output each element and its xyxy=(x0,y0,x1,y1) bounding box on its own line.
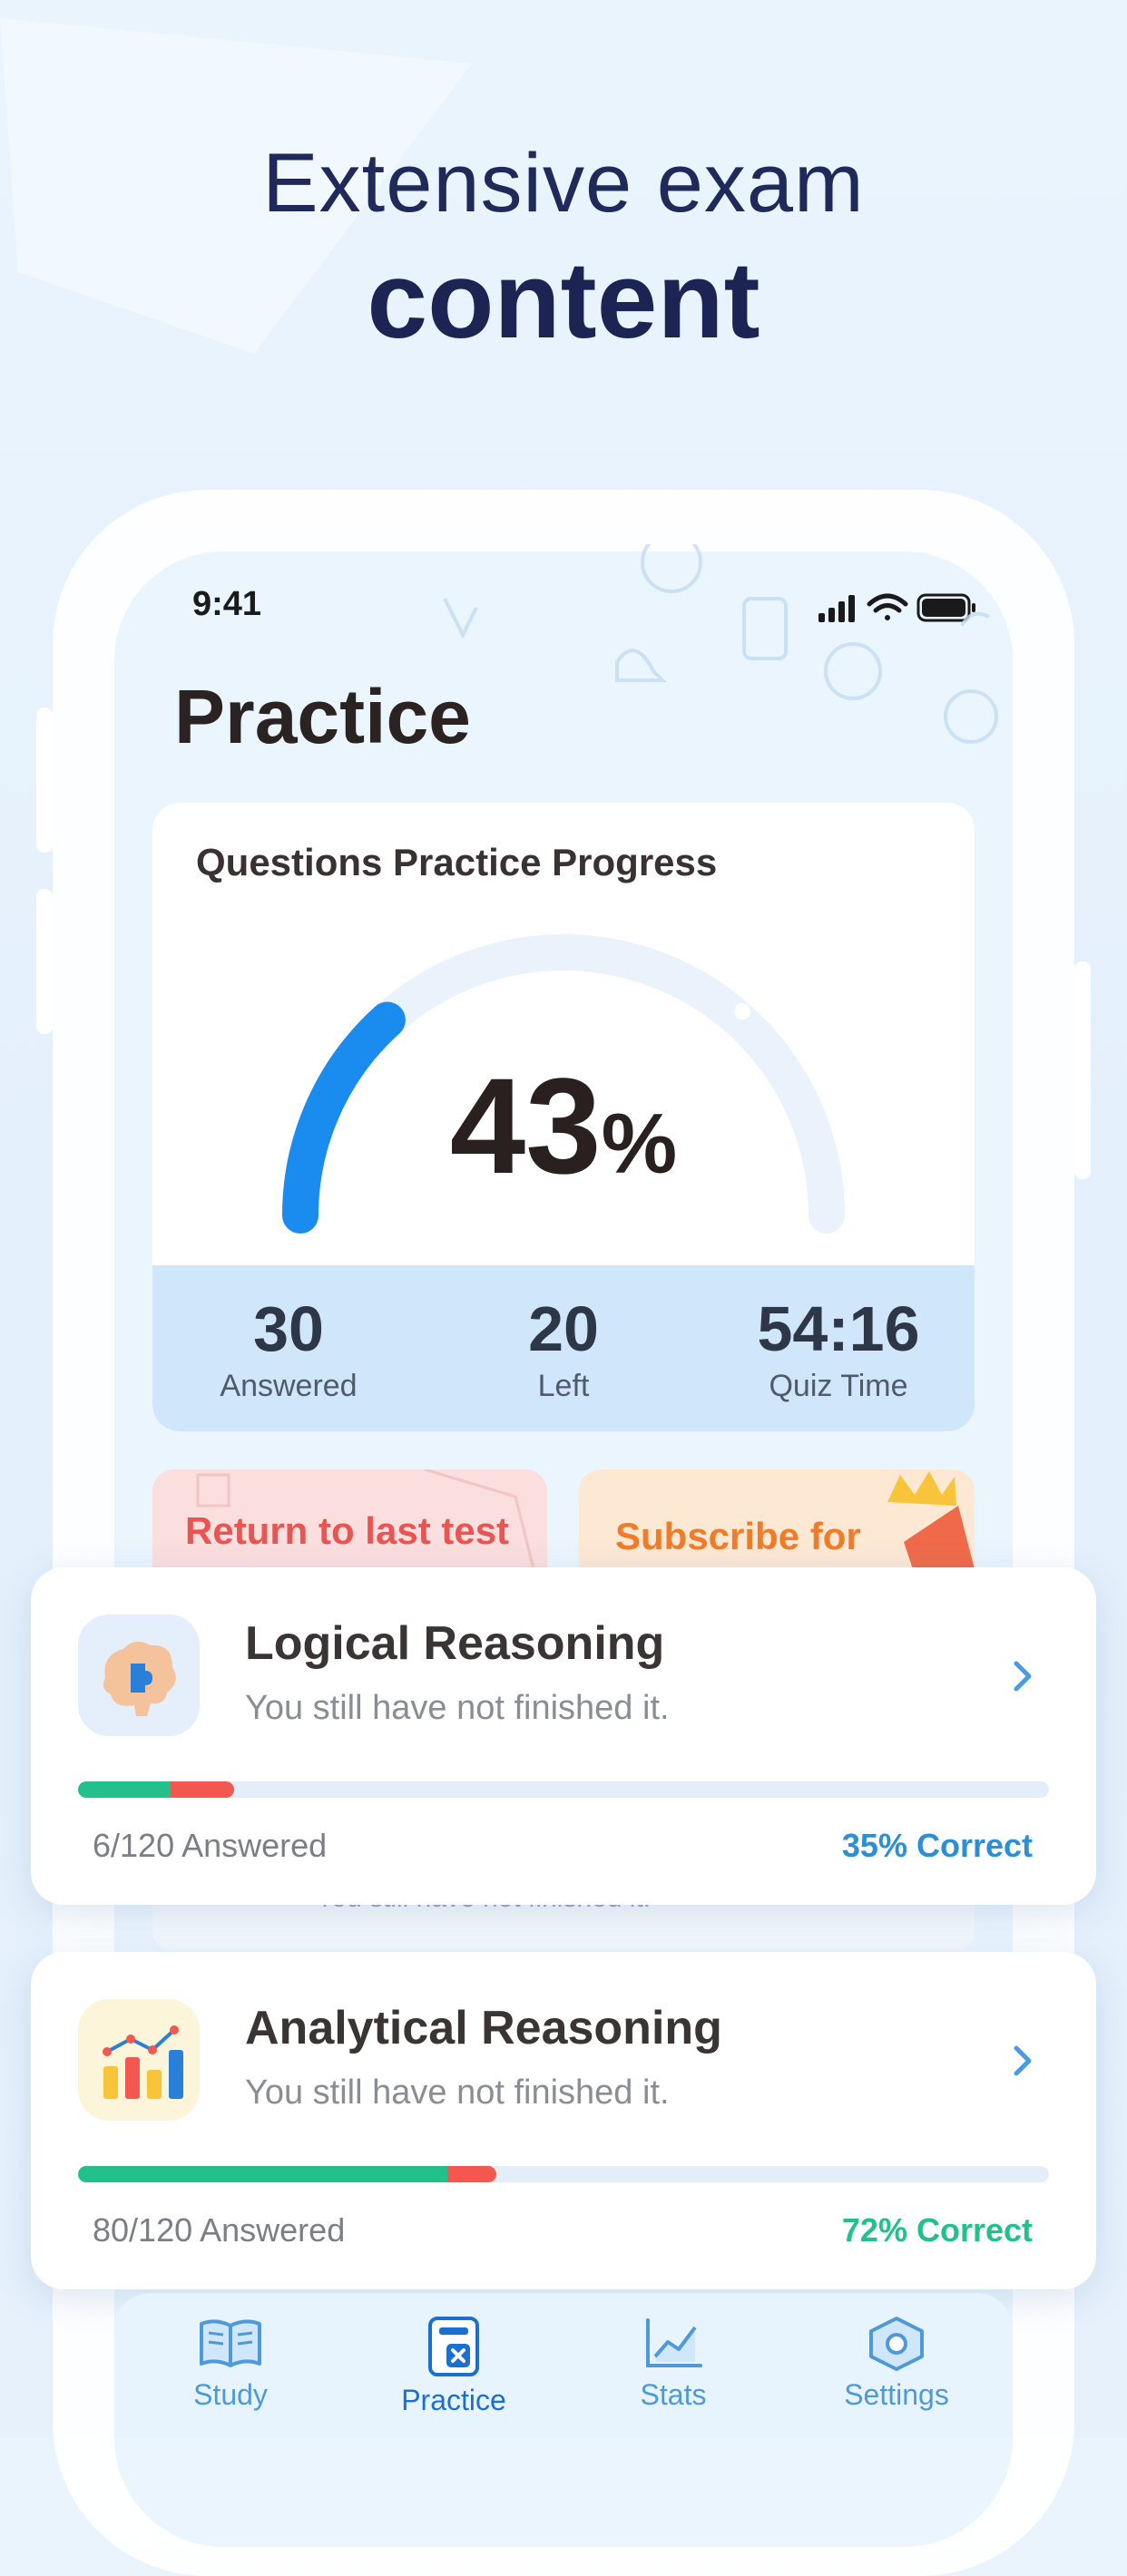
return-label: Return to last test xyxy=(185,1509,510,1552)
chart-line-icon xyxy=(646,2318,702,2367)
crown-gift-icon xyxy=(887,1471,975,1569)
stat-answered: 30 Answered xyxy=(152,1293,425,1404)
topic-title: Analytical Reasoning xyxy=(245,2002,722,2054)
topic-title: Logical Reasoning xyxy=(245,1617,665,1670)
topic-subtitle: You still have not finished it. xyxy=(245,2073,670,2112)
gauge-knob xyxy=(734,1003,750,1020)
stat-left: 20 Left xyxy=(427,1293,700,1404)
doodle-decoration xyxy=(443,544,998,744)
stat-label: Quiz Time xyxy=(769,1369,908,1403)
practice-card-icon xyxy=(428,2317,479,2376)
status-time: 9:41 xyxy=(192,585,262,623)
progress-percent: 43% xyxy=(152,1048,975,1205)
headline-line-2: content xyxy=(367,239,760,361)
practice-progress-card: Questions Practice Progress 43% 30 Answe… xyxy=(152,803,975,1431)
stat-value: 20 xyxy=(528,1293,599,1364)
tab-label: Stats xyxy=(640,2378,707,2411)
progress-wrong-segment xyxy=(171,1781,234,1798)
tab-label: Settings xyxy=(844,2378,949,2411)
tab-stats[interactable]: Stats xyxy=(583,2315,764,2412)
subscribe-button[interactable]: Subscribe for xyxy=(579,1469,975,1569)
progress-wrong-segment xyxy=(447,2166,496,2182)
tab-practice[interactable]: Practice xyxy=(363,2315,544,2417)
book-icon xyxy=(200,2319,261,2367)
tab-study[interactable]: Study xyxy=(140,2315,321,2412)
phone-side-button xyxy=(1074,961,1091,1179)
stat-value: 30 xyxy=(253,1293,324,1364)
topic-correct: 35% Correct xyxy=(841,1827,1033,1864)
topic-correct: 72% Correct xyxy=(841,2211,1033,2249)
tab-label: Study xyxy=(193,2378,268,2411)
topic-card-logical-reasoning[interactable]: Logical Reasoning You still have not fin… xyxy=(31,1567,1096,1905)
progress-percent-symbol: % xyxy=(601,1096,678,1191)
topic-card-analytical-reasoning[interactable]: Analytical Reasoning You still have not … xyxy=(31,1952,1096,2289)
progress-correct-segment xyxy=(78,2166,447,2182)
progress-correct-segment xyxy=(78,1781,171,1798)
subscribe-label: Subscribe for xyxy=(615,1515,861,1557)
topic-progress-bar xyxy=(78,2166,1049,2182)
gear-icon xyxy=(869,2317,924,2371)
topic-answered: 6/120 Answered xyxy=(93,1827,328,1864)
phone-side-button xyxy=(36,707,53,853)
chevron-right-icon[interactable] xyxy=(1004,1658,1040,1694)
stat-label: Answered xyxy=(220,1369,358,1403)
headline-line-1: Extensive exam xyxy=(262,137,865,229)
topic-subtitle: You still have not finished it. xyxy=(245,1689,670,1727)
progress-stats-bar: 30 Answered 20 Left 54:16 Quiz Time xyxy=(152,1265,975,1431)
progress-percent-value: 43 xyxy=(449,1049,602,1202)
stat-label: Left xyxy=(537,1369,590,1403)
tab-settings[interactable]: Settings xyxy=(806,2315,987,2412)
bar-chart-icon xyxy=(78,1999,200,2121)
phone-side-button xyxy=(36,889,53,1034)
chevron-right-icon[interactable] xyxy=(1004,2043,1040,2079)
topic-answered: 80/120 Answered xyxy=(93,2211,346,2249)
stat-value: 54:16 xyxy=(757,1293,920,1364)
topic-progress-bar xyxy=(78,1781,1049,1798)
tab-label: Practice xyxy=(401,2384,506,2416)
return-to-last-test-button[interactable]: Return to last test xyxy=(152,1469,547,1569)
stat-quiz-time: 54:16 Quiz Time xyxy=(702,1293,975,1404)
page-title: Practice xyxy=(174,674,471,759)
brain-puzzle-icon xyxy=(78,1615,200,1736)
